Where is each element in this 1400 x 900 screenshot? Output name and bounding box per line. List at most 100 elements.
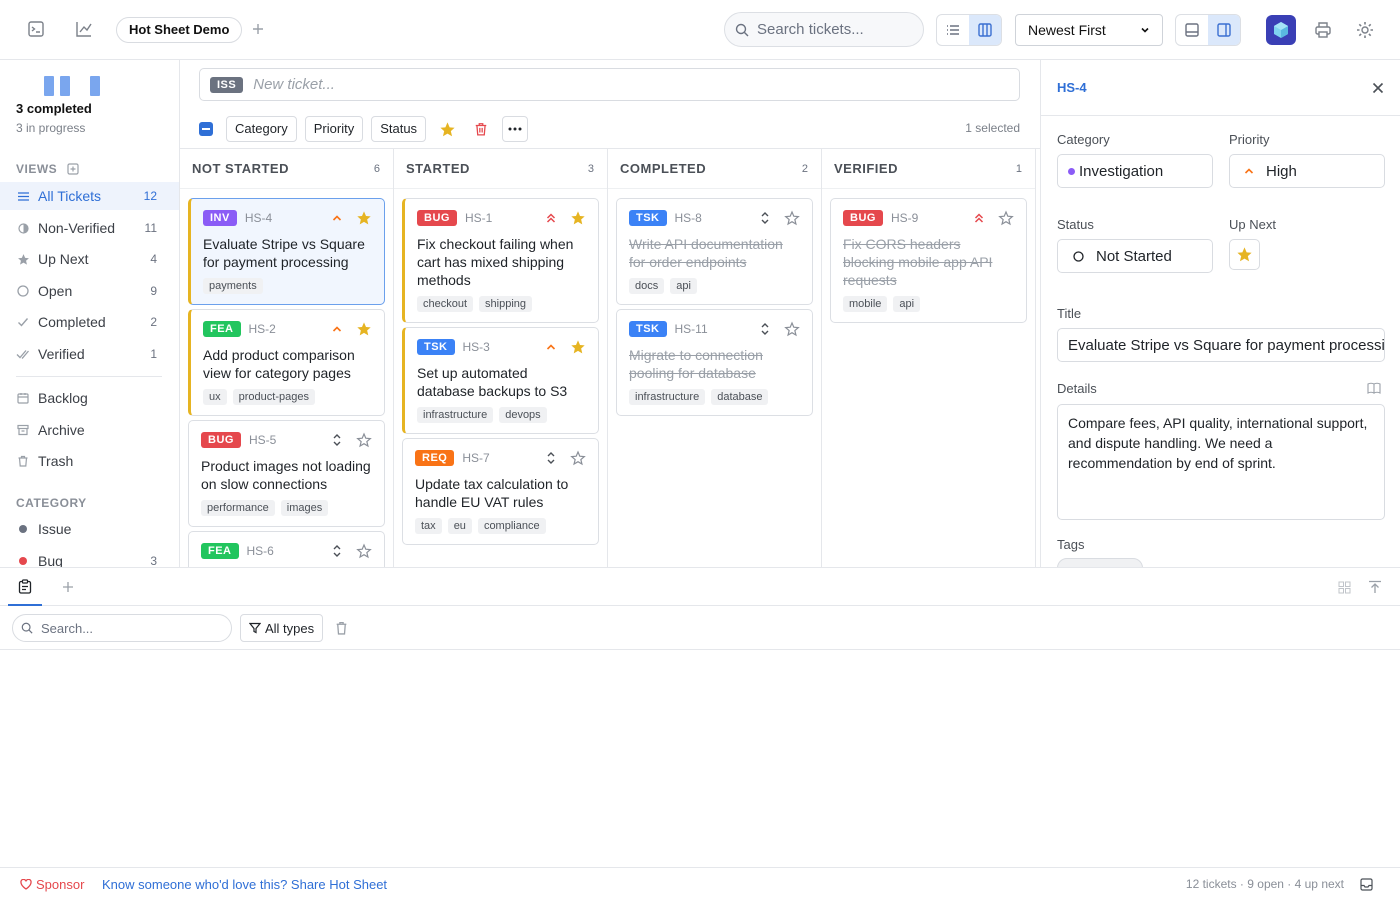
ticket-card-hs9[interactable]: BUG HS-9 Fix CORS headers blocking mobil…	[830, 198, 1027, 323]
log-search-input[interactable]: Search...	[12, 614, 232, 642]
list-view-icon[interactable]	[937, 15, 969, 45]
close-icon[interactable]	[1372, 82, 1384, 94]
sidebar-item-completed[interactable]: Completed 2	[0, 308, 179, 336]
star-filled-icon[interactable]	[570, 339, 586, 355]
title-input[interactable]: Evaluate Stripe vs Square for payment pr…	[1057, 328, 1385, 362]
inbox-icon[interactable]	[1360, 878, 1373, 891]
sidebar-item-up-next[interactable]: Up Next 4	[0, 245, 179, 273]
priority-normal-icon[interactable]	[330, 433, 344, 447]
sidebar-item-trash[interactable]: Trash	[0, 447, 179, 475]
ticket-card-hs5[interactable]: BUG HS-5 Product images not loading on s…	[188, 420, 385, 527]
print-icon[interactable]	[1313, 20, 1333, 40]
priority-select[interactable]: High	[1229, 154, 1385, 188]
views-heading: VIEWS	[16, 162, 79, 176]
chart-icon[interactable]	[75, 20, 95, 40]
up-next-toggle[interactable]	[1229, 239, 1260, 270]
sidebar-item-verified[interactable]: Verified 1	[0, 340, 179, 368]
bug-dot	[19, 557, 27, 565]
status-select[interactable]: Not Started	[1057, 239, 1213, 273]
book-icon[interactable]	[1367, 382, 1381, 394]
more-icon[interactable]	[502, 116, 529, 142]
priority-urgent-icon[interactable]	[544, 211, 558, 225]
star-filled-icon[interactable]	[356, 210, 372, 226]
grid-icon[interactable]	[1338, 581, 1351, 594]
details-textarea[interactable]: Compare fees, API quality, international…	[1057, 404, 1385, 520]
star-filled-icon[interactable]	[356, 321, 372, 337]
clipboard-tab[interactable]	[8, 568, 42, 606]
star-icon[interactable]	[434, 116, 460, 142]
share-link[interactable]: Know someone who'd love this? Share Hot …	[102, 877, 387, 892]
star-outline-icon[interactable]	[570, 450, 586, 466]
sponsor-link[interactable]: Sponsor	[36, 877, 84, 892]
clear-log-icon[interactable]	[335, 621, 348, 635]
star-outline-icon[interactable]	[784, 210, 800, 226]
status-button[interactable]: Status	[371, 116, 427, 142]
type-filter-button[interactable]: All types	[240, 614, 324, 642]
tag: performance	[201, 500, 275, 516]
ticket-card-hs6[interactable]: FEA HS-6	[188, 531, 385, 567]
star-outline-icon[interactable]	[356, 432, 372, 448]
sidebar-item-bug[interactable]: Bug 3	[0, 547, 179, 567]
sidebar-item-non-verified[interactable]: Non-Verified 11	[0, 214, 179, 242]
list-icon	[16, 189, 30, 203]
tag: api	[670, 278, 697, 294]
priority-normal-icon[interactable]	[758, 211, 772, 225]
heart-icon	[20, 879, 32, 890]
tag: database	[711, 389, 769, 405]
search-input[interactable]: Search tickets...	[724, 12, 924, 47]
priority-high-icon[interactable]	[330, 211, 344, 225]
priority-normal-icon[interactable]	[544, 451, 558, 465]
category-select[interactable]: Investigation	[1057, 154, 1213, 188]
ticket-id: HS-6	[246, 544, 274, 558]
sort-select[interactable]: Newest First	[1015, 14, 1163, 46]
priority-normal-icon[interactable]	[758, 322, 772, 336]
ticket-card-hs11[interactable]: TSK HS-11 Migrate to connection pooling …	[616, 309, 813, 416]
gear-icon[interactable]	[1355, 20, 1375, 40]
star-filled-icon[interactable]	[570, 210, 586, 226]
ticket-card-hs8[interactable]: TSK HS-8 Write API documentation for ord…	[616, 198, 813, 305]
priority-button[interactable]: Priority	[304, 116, 364, 142]
ticket-card-hs7[interactable]: REQ HS-7 Update tax calculation to handl…	[402, 438, 599, 545]
add-tab-icon[interactable]	[61, 580, 75, 594]
ticket-card-hs2[interactable]: FEA HS-2 Add product comparison view for…	[188, 309, 385, 416]
priority-high-icon[interactable]	[544, 340, 558, 354]
ticket-card-hs1[interactable]: BUG HS-1 Fix checkout failing when cart …	[402, 198, 599, 323]
bottom-panel-icon[interactable]	[1176, 15, 1208, 45]
sidebar-item-archive[interactable]: Archive	[0, 416, 179, 444]
category-button[interactable]: Category	[226, 116, 297, 142]
tag: infrastructure	[417, 407, 494, 423]
delete-icon[interactable]	[468, 116, 494, 142]
new-ticket-category-badge[interactable]: ISS	[210, 76, 244, 93]
select-all-checkbox[interactable]	[199, 122, 213, 136]
board-view-icon[interactable]	[969, 15, 1001, 45]
sidebar-item-open[interactable]: Open 9	[0, 277, 179, 305]
progress-title: 3 completed	[16, 101, 92, 116]
tag: api	[893, 296, 921, 312]
ticket-card-hs4[interactable]: INV HS-4 Evaluate Stripe vs Square for p…	[188, 198, 385, 305]
sidebar-item-issue[interactable]: Issue	[0, 515, 179, 543]
tag-chip[interactable]	[1057, 558, 1143, 567]
side-panel-icon[interactable]	[1208, 15, 1240, 45]
category-badge: TSK	[417, 339, 455, 355]
progress-bar-segment	[90, 76, 100, 96]
star-outline-icon[interactable]	[356, 543, 372, 559]
ticket-card-hs3[interactable]: TSK HS-3 Set up automated database backu…	[402, 327, 599, 434]
column-not-started: NOT STARTED 6 INV HS-4 Evaluate Stripe v…	[180, 149, 394, 567]
progress-bar-segment	[44, 76, 54, 96]
tag: docs	[629, 278, 665, 294]
priority-urgent-icon[interactable]	[972, 211, 986, 225]
app-logo-icon[interactable]	[1266, 15, 1296, 45]
sidebar-item-all-tickets[interactable]: All Tickets 12	[0, 182, 179, 210]
sort-value: Newest First	[1028, 22, 1106, 38]
add-view-icon[interactable]	[67, 163, 79, 175]
star-outline-icon[interactable]	[784, 321, 800, 337]
priority-normal-icon[interactable]	[330, 544, 344, 558]
maximize-icon[interactable]	[1368, 580, 1382, 594]
priority-high-icon[interactable]	[330, 322, 344, 336]
project-tab[interactable]: Hot Sheet Demo	[116, 17, 243, 43]
add-tab-icon[interactable]	[250, 21, 270, 41]
star-outline-icon[interactable]	[998, 210, 1014, 226]
terminal-icon[interactable]	[27, 20, 47, 40]
new-ticket-input[interactable]: ISS New ticket...	[199, 68, 1020, 101]
sidebar-item-backlog[interactable]: Backlog	[0, 384, 179, 412]
